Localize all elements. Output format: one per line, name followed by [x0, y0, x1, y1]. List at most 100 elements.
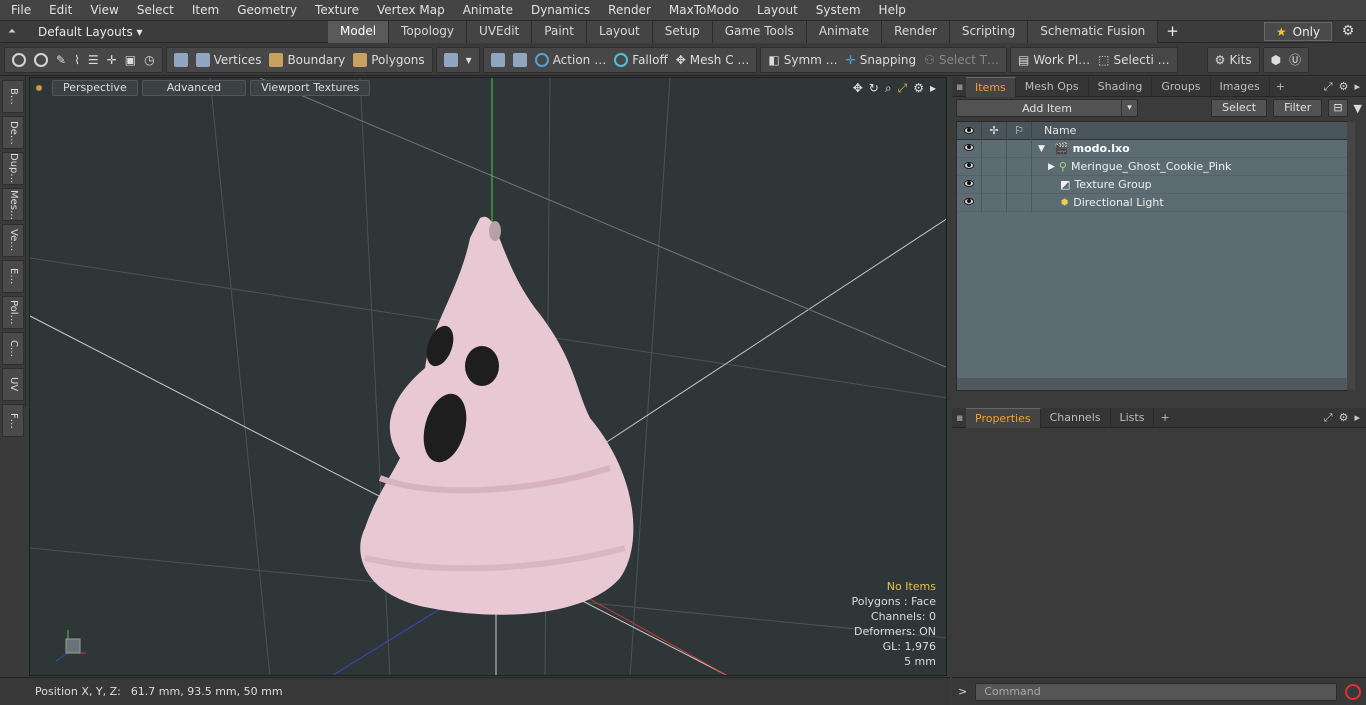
tab-lists[interactable]: Lists — [1111, 408, 1155, 427]
polygons-button[interactable]: Polygons — [349, 48, 428, 72]
viewport-gear-icon[interactable]: ⚙ — [913, 81, 924, 96]
sidetab-basic[interactable]: B… — [2, 80, 24, 113]
falloff-button[interactable]: Falloff — [610, 48, 671, 72]
snap-shield-icon[interactable] — [487, 48, 509, 72]
menu-texture[interactable]: Texture — [306, 0, 368, 21]
menu-system[interactable]: System — [807, 0, 870, 21]
eye-icon[interactable] — [957, 175, 982, 194]
menu-layout[interactable]: Layout — [748, 0, 807, 21]
rotate-icon[interactable]: ◷ — [140, 48, 158, 72]
expand-arrow-icon[interactable]: ▶ — [1048, 162, 1055, 172]
zoom-view-icon[interactable]: ⌕ — [885, 81, 892, 96]
item-mode-icon[interactable] — [170, 48, 192, 72]
lock-column-icon[interactable]: ✢ — [982, 121, 1007, 140]
menu-maxtomodo[interactable]: MaxToModo — [660, 0, 748, 21]
select-circle-icon[interactable] — [8, 48, 30, 72]
tab-properties[interactable]: Properties — [966, 407, 1041, 428]
tab-animate[interactable]: Animate — [806, 20, 883, 43]
sidetab-duplicate[interactable]: Dup… — [2, 152, 24, 185]
funnel-icon[interactable]: ▼ — [1354, 102, 1362, 115]
tab-uvedit[interactable]: UVEdit — [467, 20, 533, 43]
sidetab-uv[interactable]: UV — [2, 368, 24, 401]
sidetab-mesh-edit[interactable]: Mes… — [2, 188, 24, 221]
move-view-icon[interactable]: ✥ — [853, 81, 863, 96]
properties-gear-icon[interactable]: ⚙ — [1339, 411, 1349, 425]
viewport-textures-button[interactable]: Viewport Textures — [250, 80, 371, 96]
add-item-button[interactable]: Add Item ▾ — [956, 99, 1138, 117]
vertices-button[interactable]: Vertices — [192, 48, 266, 72]
frame-icon[interactable]: ▣ — [121, 48, 140, 72]
tab-layout[interactable]: Layout — [586, 20, 653, 43]
add-item-dropdown-icon[interactable]: ▾ — [1121, 100, 1137, 116]
menu-geometry[interactable]: Geometry — [228, 0, 306, 21]
boundary-button[interactable]: Boundary — [265, 48, 349, 72]
tree-row-modo-lxo[interactable]: ▼ 🎬 modo.lxo — [957, 139, 1347, 158]
collapse-icon[interactable]: ⊟ — [1328, 99, 1348, 117]
menu-view[interactable]: View — [81, 0, 127, 21]
select-button[interactable]: Select — [1211, 99, 1268, 117]
tree-row-mesh[interactable]: ▶ ⚲ Meringue_Ghost_Cookie_Pink — [957, 157, 1347, 176]
tab-schematic-fusion[interactable]: Schematic Fusion — [1028, 20, 1159, 43]
menu-edit[interactable]: Edit — [40, 0, 81, 21]
name-column-header[interactable]: Name — [1032, 124, 1076, 137]
menu-select[interactable]: Select — [128, 0, 183, 21]
center-icon[interactable]: ✛ — [103, 48, 121, 72]
sidetab-vertex[interactable]: Ve… — [2, 224, 24, 257]
sidetab-edge[interactable]: E… — [2, 260, 24, 293]
add-properties-tab-icon[interactable]: + — [1154, 411, 1175, 424]
eye-icon[interactable] — [957, 139, 982, 158]
tab-mesh-ops[interactable]: Mesh Ops — [1016, 77, 1089, 96]
filter-button[interactable]: Filter — [1273, 99, 1323, 117]
action-button[interactable]: Action… — [531, 48, 611, 72]
tree-vertical-scrollbar[interactable] — [1347, 122, 1355, 390]
tab-paint[interactable]: Paint — [532, 20, 587, 43]
brush-icon[interactable]: ⌇ — [70, 48, 84, 72]
viewport-menu-dot[interactable] — [36, 85, 42, 91]
command-input[interactable]: Command — [975, 682, 1338, 701]
cube-icon[interactable]: ⬢ — [1267, 48, 1285, 72]
mesh-constraint-button[interactable]: ✥ Mesh C … — [672, 48, 754, 72]
visibility-column-icon[interactable] — [957, 121, 982, 140]
tab-items[interactable]: Items — [966, 76, 1016, 97]
default-layouts-dropdown[interactable]: Default Layouts ▾ — [38, 25, 143, 39]
panel-arrow-icon[interactable]: ▸ — [1354, 80, 1360, 94]
type-column-icon[interactable]: ⚐ — [1007, 121, 1032, 140]
tab-game-tools[interactable]: Game Tools — [712, 20, 807, 43]
tab-render[interactable]: Render — [882, 20, 950, 43]
select-through-button[interactable]: ⚇ Select T… — [920, 48, 1003, 72]
layout-collapse-icon[interactable]: ⏶ — [8, 26, 22, 37]
tab-model[interactable]: Model — [328, 20, 390, 43]
sidetab-fusion[interactable]: F… — [2, 404, 24, 437]
sidetab-deform[interactable]: De… — [2, 116, 24, 149]
properties-expand-icon[interactable]: ⤢ — [1324, 411, 1333, 425]
tab-shading[interactable]: Shading — [1089, 77, 1153, 96]
add-panel-tab-icon[interactable]: + — [1270, 80, 1291, 93]
tab-channels[interactable]: Channels — [1041, 408, 1111, 427]
viewport-expand-icon[interactable]: ▸ — [930, 81, 936, 96]
tree-horizontal-scrollbar[interactable] — [957, 378, 1347, 390]
tab-groups[interactable]: Groups — [1152, 77, 1211, 96]
selection-sets-button[interactable]: ⬚ Selecti … — [1094, 48, 1174, 72]
perspective-button[interactable]: Perspective — [52, 80, 138, 96]
panel-menu-icon[interactable]: ▪ — [956, 80, 966, 93]
menu-animate[interactable]: Animate — [454, 0, 522, 21]
menu-file[interactable]: File — [0, 0, 40, 21]
tree-row-directional-light[interactable]: ✹ Directional Light — [957, 193, 1347, 212]
sidetab-curve[interactable]: C… — [2, 332, 24, 365]
panel-expand-icon[interactable]: ⤢ — [1324, 80, 1333, 94]
menu-vertex-map[interactable]: Vertex Map — [368, 0, 454, 21]
properties-arrow-icon[interactable]: ▸ — [1354, 411, 1360, 425]
expand-arrow-icon[interactable]: ▼ — [1038, 144, 1045, 154]
symmetry-button[interactable]: ◧ Symm … — [764, 48, 841, 72]
rotate-view-icon[interactable]: ↻ — [869, 81, 879, 96]
unreal-icon[interactable]: Ⓤ — [1285, 48, 1305, 72]
snap-shield2-icon[interactable] — [509, 48, 531, 72]
globe-icon[interactable] — [30, 48, 52, 72]
pen-icon[interactable]: ✎ — [52, 48, 70, 72]
kits-button[interactable]: ⚙ Kits — [1211, 48, 1256, 72]
add-tab-icon[interactable]: + — [1158, 21, 1187, 43]
advanced-button[interactable]: Advanced — [141, 80, 247, 96]
eye-icon[interactable] — [957, 193, 982, 212]
properties-menu-icon[interactable]: ▪ — [956, 411, 966, 424]
tab-images[interactable]: Images — [1211, 77, 1270, 96]
